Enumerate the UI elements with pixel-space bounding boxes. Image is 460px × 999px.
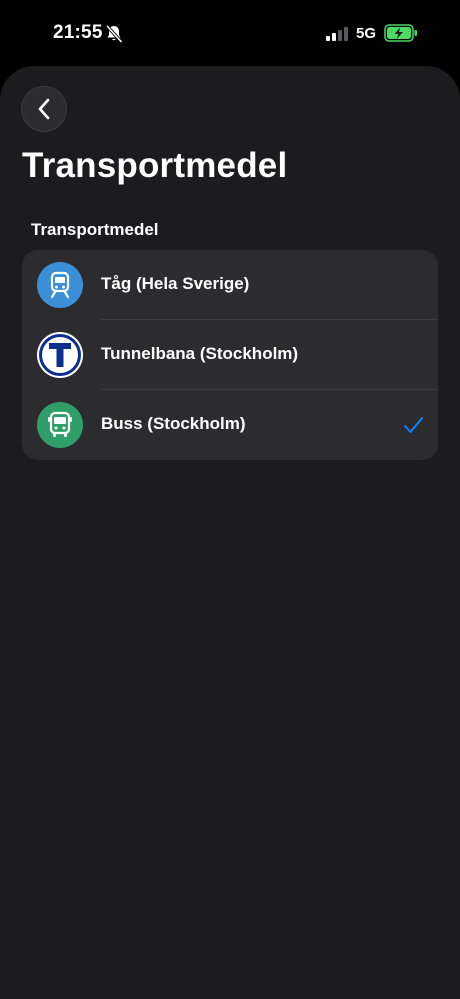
train-icon bbox=[37, 262, 83, 308]
metro-t-icon bbox=[37, 332, 83, 378]
page-title: Transportmedel bbox=[22, 146, 288, 185]
settings-sheet bbox=[0, 66, 460, 999]
bell-slash-icon bbox=[105, 24, 123, 44]
bus-icon bbox=[37, 402, 83, 448]
list-item-label: Tunnelbana (Stockholm) bbox=[101, 344, 299, 363]
status-bar: 21:55 5G bbox=[0, 0, 460, 66]
transport-list: Tåg (Hela Sverige) Tunnelbana (Stockholm… bbox=[22, 250, 438, 460]
checkmark-icon bbox=[404, 417, 423, 433]
status-time: 21:55 bbox=[53, 22, 103, 43]
chevron-left-icon bbox=[38, 98, 50, 120]
list-item-train[interactable]: Tåg (Hela Sverige) bbox=[22, 250, 438, 320]
list-item-label: Buss (Stockholm) bbox=[101, 414, 246, 433]
back-button[interactable] bbox=[21, 86, 67, 132]
list-item-metro[interactable]: Tunnelbana (Stockholm) bbox=[22, 320, 438, 390]
battery-charging-icon bbox=[384, 24, 417, 42]
list-item-label: Tåg (Hela Sverige) bbox=[101, 274, 250, 293]
network-type: 5G bbox=[356, 25, 377, 42]
section-header: Transportmedel bbox=[31, 220, 159, 239]
cellular-signal-icon bbox=[326, 27, 348, 41]
list-item-bus[interactable]: Buss (Stockholm) bbox=[22, 390, 438, 460]
